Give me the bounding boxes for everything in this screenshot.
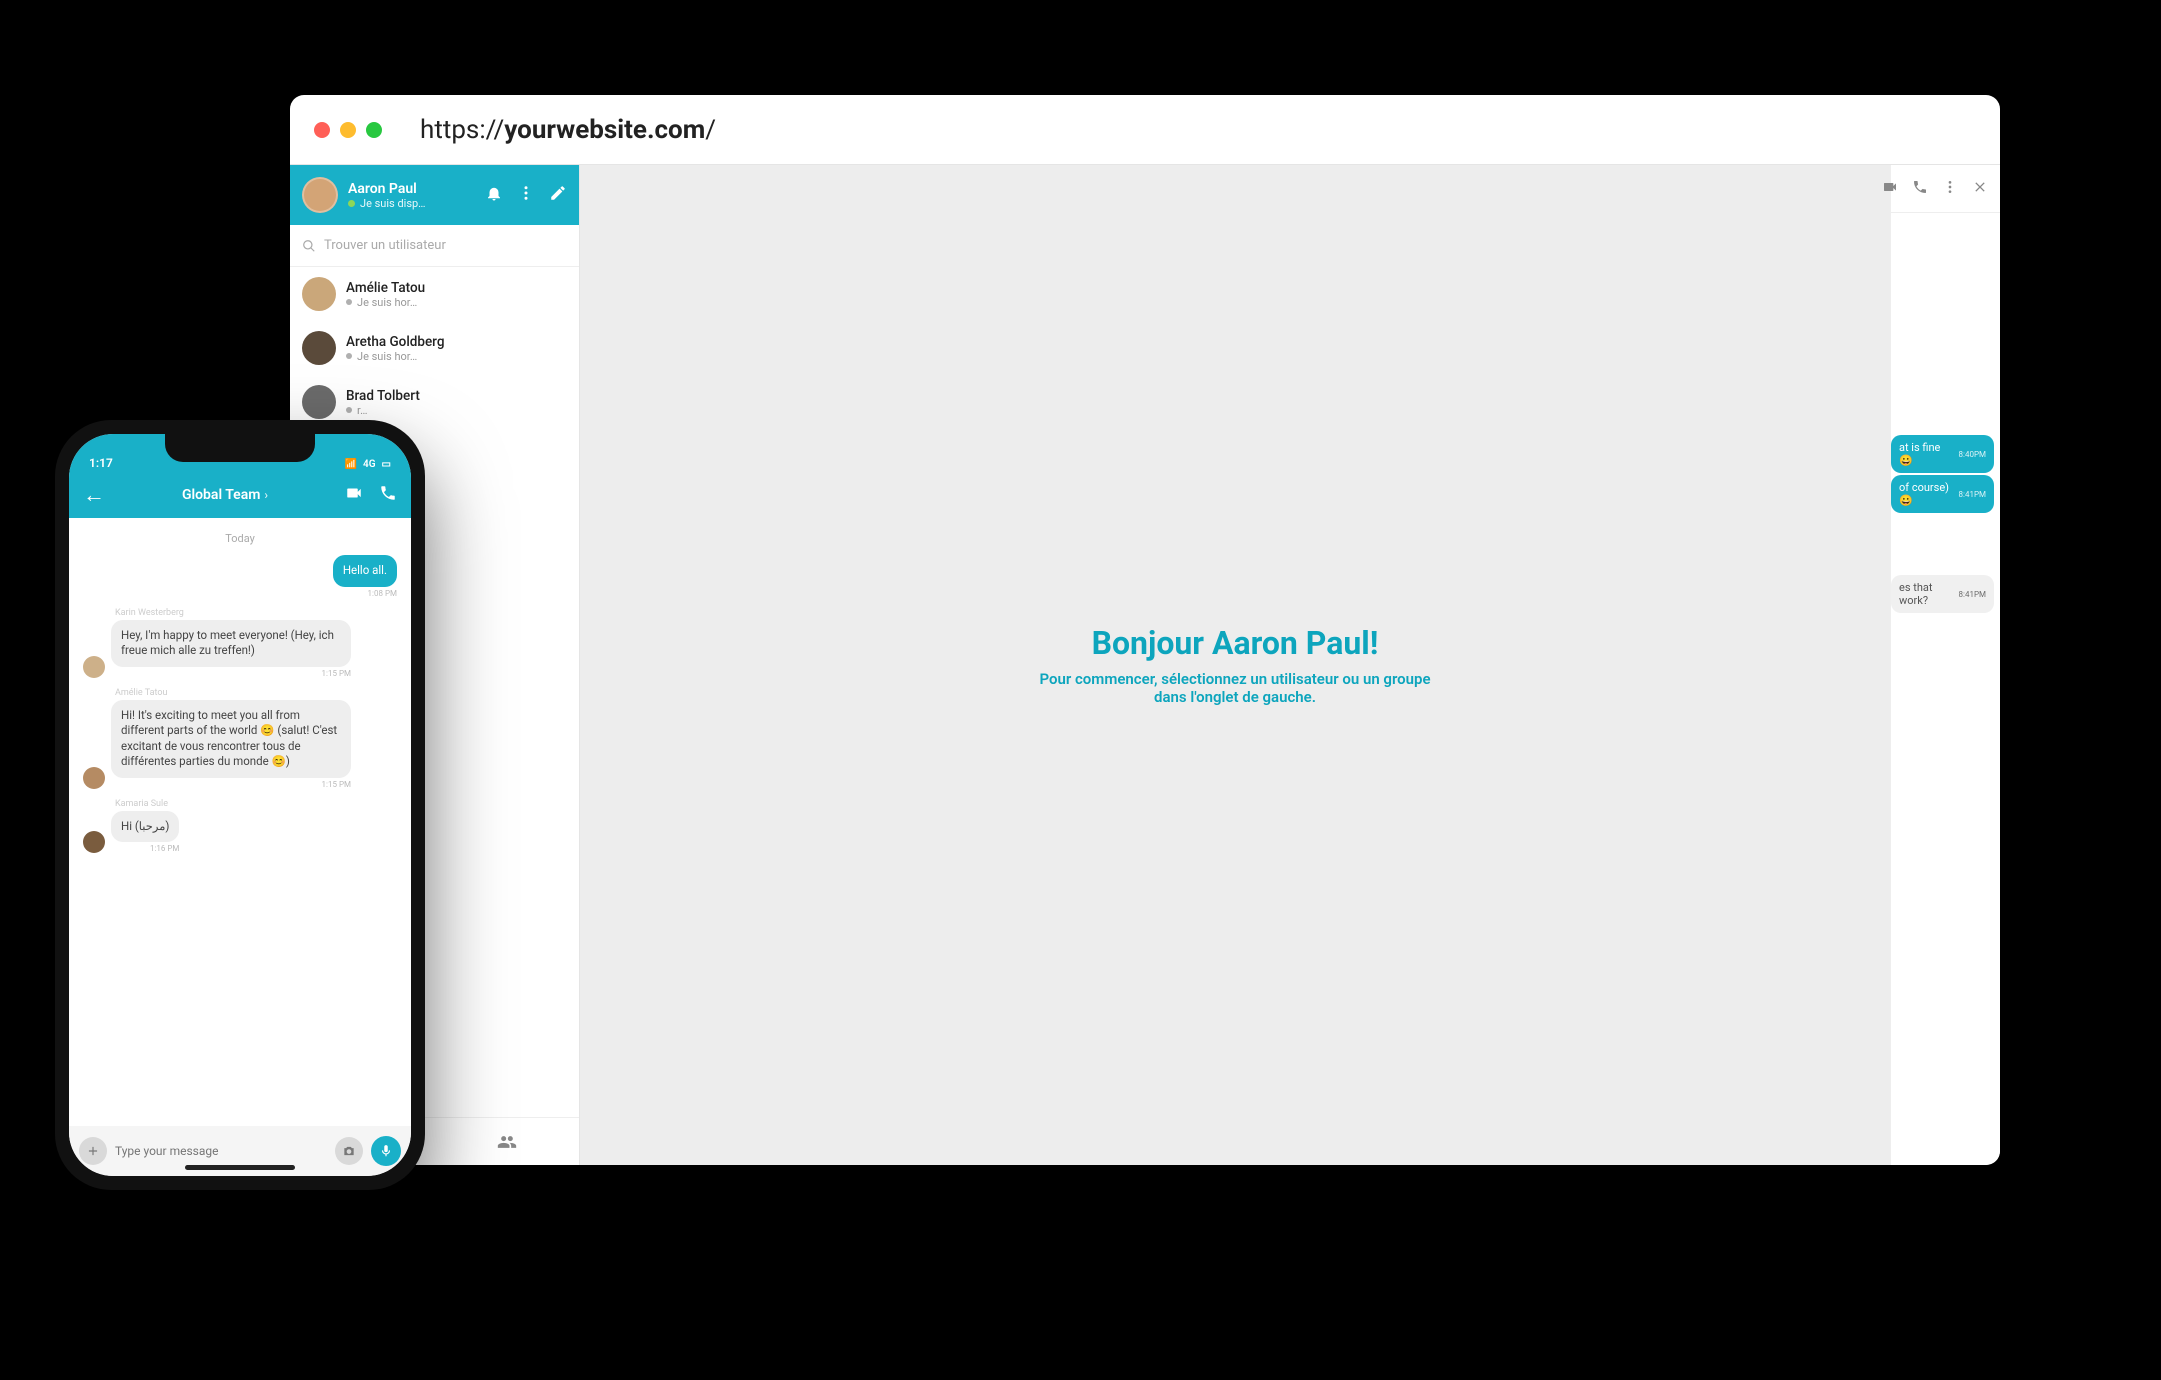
message-time: 1:08 PM (333, 589, 397, 598)
tab-groups[interactable] (487, 1132, 527, 1152)
chat-header: ← Global Team› (69, 472, 411, 518)
contact-avatar (302, 277, 336, 311)
message-row: Amélie Tatou Hi! It's exciting to meet y… (83, 688, 397, 789)
chevron-right-icon: › (264, 488, 268, 502)
message-bubble: Hey, I'm happy to meet everyone! (Hey, i… (111, 620, 351, 667)
welcome-message: Bonjour Aaron Paul! Pour commencer, séle… (1025, 624, 1445, 706)
close-icon[interactable] (1972, 179, 1988, 199)
my-name: Aaron Paul (348, 181, 475, 197)
my-avatar[interactable] (302, 177, 338, 213)
browser-titlebar: https://yourwebsite.com/ (290, 95, 2000, 165)
window-controls (314, 122, 382, 138)
welcome-title: Bonjour Aaron Paul! (1025, 624, 1445, 662)
more-icon[interactable] (517, 184, 535, 206)
notifications-icon[interactable] (485, 184, 503, 206)
message-bubble: Hi (مرحبا) (111, 811, 179, 843)
sender-avatar (83, 831, 105, 853)
battery-icon: ▭ (382, 459, 391, 470)
url-suffix: / (705, 115, 716, 145)
compose-icon[interactable] (549, 184, 567, 206)
message-row: Karin Westerberg Hey, I'm happy to meet … (83, 608, 397, 678)
home-indicator (185, 1165, 295, 1170)
contact-item[interactable]: Amélie TatouJe suis hor… (290, 267, 579, 321)
mic-button[interactable] (371, 1136, 401, 1166)
contact-avatar (302, 331, 336, 365)
search-row (290, 225, 579, 267)
sender-name: Amélie Tatou (115, 688, 351, 698)
more-icon[interactable] (1942, 179, 1958, 199)
secondary-chat-sliver: at is fine 😀8:40PM of course) 😀8:41PM es… (1890, 165, 2000, 1165)
minimize-window-button[interactable] (340, 122, 356, 138)
message-bubble: Hi! It's exciting to meet you all from d… (111, 700, 351, 778)
message-input[interactable] (115, 1144, 327, 1158)
browser-window: https://yourwebsite.com/ Aaron Paul Je s… (290, 95, 2000, 1165)
camera-button[interactable] (335, 1137, 363, 1165)
contact-item[interactable]: Aretha GoldbergJe suis hor… (290, 321, 579, 375)
message-bubble: Hello all. (333, 555, 397, 587)
url-host: yourwebsite.com (504, 115, 705, 145)
maximize-window-button[interactable] (366, 122, 382, 138)
search-input[interactable] (324, 238, 567, 253)
video-call-icon[interactable] (1882, 179, 1898, 199)
message-bubble: es that work?8:41PM (1891, 575, 1994, 613)
contact-avatar (302, 385, 336, 419)
message-bubble: at is fine 😀8:40PM (1891, 435, 1994, 473)
phone-notch (165, 434, 315, 462)
sender-name: Kamaria Sule (115, 799, 179, 809)
sidebar-header: Aaron Paul Je suis disp… (290, 165, 579, 225)
message-time: 1:15 PM (111, 780, 351, 789)
audio-call-icon[interactable] (1912, 179, 1928, 199)
sender-avatar (83, 767, 105, 789)
status-dot-icon (348, 200, 355, 207)
message-bubble: of course) 😀8:41PM (1891, 475, 1994, 513)
welcome-subtitle: Pour commencer, sélectionnez un utilisat… (1025, 670, 1445, 706)
message-row: Kamaria Sule Hi (مرحبا) 1:16 PM (83, 799, 397, 854)
url-prefix: https:// (420, 115, 504, 145)
video-call-icon[interactable] (345, 484, 363, 506)
message-row: Hello all. 1:08 PM (83, 555, 397, 598)
address-bar[interactable]: https://yourwebsite.com/ (420, 115, 716, 145)
chat-body: Today Hello all. 1:08 PM Karin Westerber… (69, 518, 411, 1126)
back-button[interactable]: ← (83, 482, 105, 508)
message-time: 1:15 PM (111, 669, 351, 678)
my-status: Je suis disp… (348, 197, 475, 210)
status-time: 1:17 (89, 456, 113, 470)
message-time: 1:16 PM (111, 844, 179, 853)
sender-avatar (83, 656, 105, 678)
audio-call-icon[interactable] (379, 484, 397, 506)
phone-device: 1:17 📶 4G ▭ ← Global Team› Today Hello all… (55, 420, 425, 1190)
sender-name: Karin Westerberg (115, 608, 351, 618)
chat-title[interactable]: Global Team› (115, 487, 335, 503)
main-panel: Bonjour Aaron Paul! Pour commencer, séle… (580, 165, 1890, 1165)
attach-button[interactable] (79, 1137, 107, 1165)
close-window-button[interactable] (314, 122, 330, 138)
signal-icon: 📶 (345, 459, 357, 470)
day-separator: Today (83, 532, 397, 545)
search-icon (302, 239, 316, 253)
network-label: 4G (363, 459, 376, 470)
